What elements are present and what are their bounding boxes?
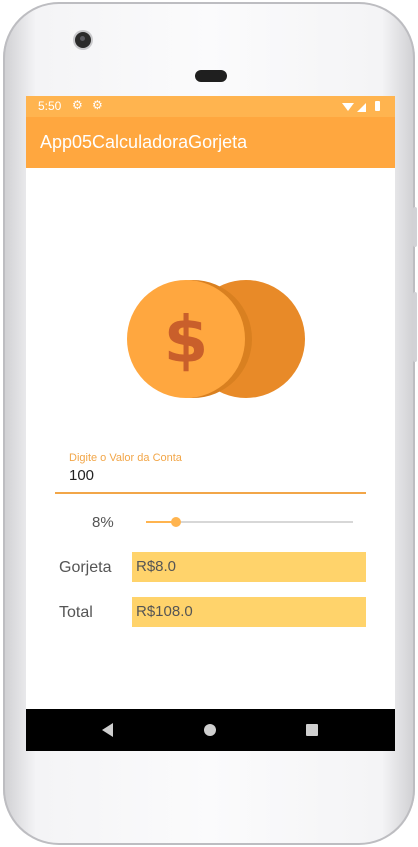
- gear-icon: ⚙: [72, 98, 83, 112]
- slider-thumb[interactable]: [171, 517, 181, 527]
- total-value: R$108.0: [136, 603, 193, 620]
- coins-dollar-icon: $: [127, 280, 305, 398]
- phone-frame: 5:50 ⚙ ⚙ App05CalculadoraGorjeta $ Digit…: [3, 2, 417, 845]
- earpiece-speaker: [195, 70, 227, 82]
- home-icon[interactable]: [204, 724, 216, 736]
- dollar-symbol: $: [164, 304, 209, 378]
- volume-button: [413, 292, 417, 362]
- signal-icon: [357, 103, 366, 112]
- tip-value-box: R$8.0: [132, 552, 366, 582]
- wifi-icon: [342, 103, 354, 111]
- tip-label: Gorjeta: [59, 559, 112, 576]
- power-button: [413, 207, 417, 247]
- battery-icon: [375, 101, 380, 111]
- total-label: Total: [59, 604, 93, 621]
- total-value-box: R$108.0: [132, 597, 366, 627]
- tip-percent-slider[interactable]: [146, 513, 353, 531]
- tip-value: R$8.0: [136, 558, 177, 575]
- device-screen: 5:50 ⚙ ⚙ App05CalculadoraGorjeta $ Digit…: [26, 96, 395, 751]
- recents-icon[interactable]: [306, 724, 318, 736]
- gear-icon: ⚙: [92, 98, 103, 112]
- bill-amount-label: Digite o Valor da Conta: [69, 452, 182, 464]
- app-title: App05CalculadoraGorjeta: [40, 132, 248, 152]
- status-time: 5:50: [38, 99, 62, 113]
- app-bar: App05CalculadoraGorjeta: [26, 117, 395, 168]
- front-camera: [75, 32, 91, 48]
- tip-percent-label: 8%: [92, 514, 114, 531]
- bill-amount-field[interactable]: Digite o Valor da Conta 100: [55, 450, 366, 494]
- back-icon[interactable]: [102, 723, 113, 737]
- status-bar: 5:50 ⚙ ⚙: [26, 96, 395, 117]
- navigation-bar: [26, 709, 395, 751]
- bill-amount-input[interactable]: 100: [69, 467, 94, 484]
